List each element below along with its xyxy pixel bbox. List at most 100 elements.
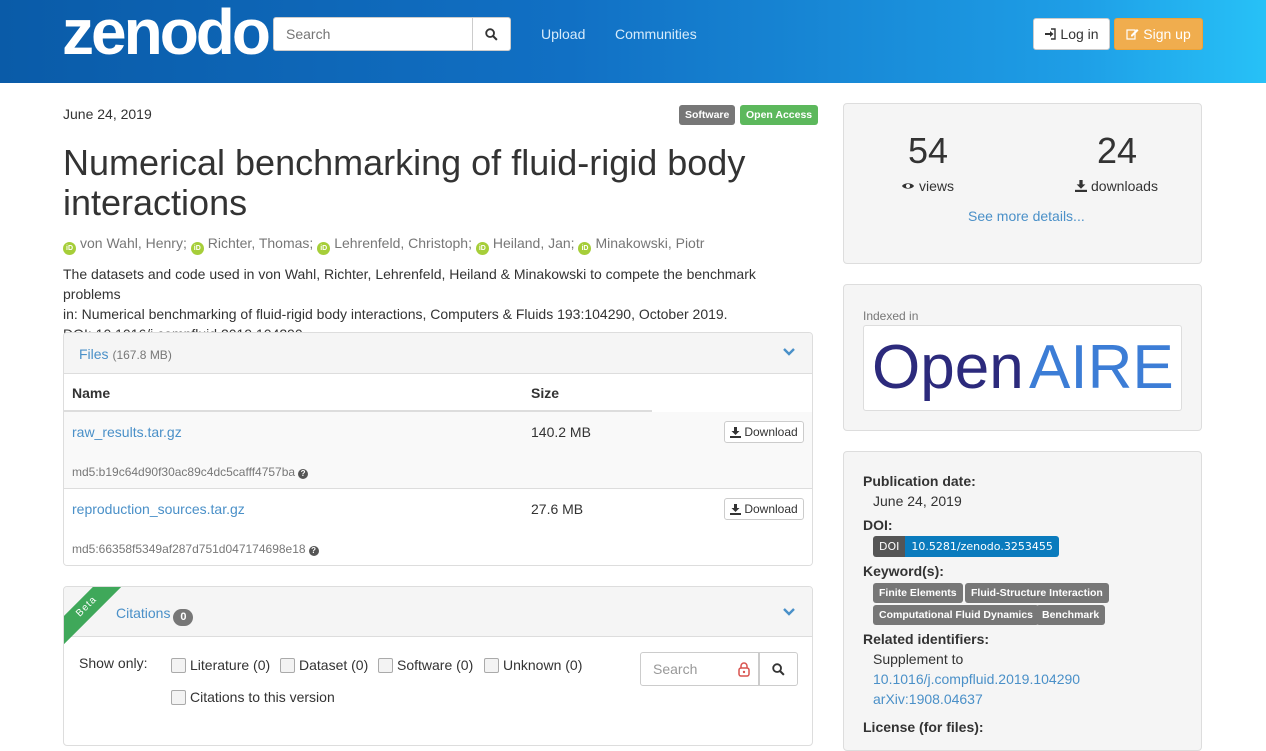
openaire-logo-open: Open <box>872 333 1024 402</box>
related-doi-link[interactable]: 10.1016/j.compfluid.2019.104290 <box>873 671 1080 687</box>
citations-panel: Beta Citations 0 Show only: Literature (0… <box>63 586 813 746</box>
openaire-logo[interactable]: Open AIRE <box>863 325 1182 411</box>
views-label: views <box>901 178 954 194</box>
search-button[interactable] <box>473 17 511 51</box>
download-icon <box>730 426 742 438</box>
filter-dataset-checkbox[interactable]: Dataset (0) <box>280 657 368 673</box>
table-row: raw_results.tar.gz 140.2 MB md5:b19c64d9… <box>64 412 812 489</box>
pub-date-value: June 24, 2019 <box>873 493 962 509</box>
filter-unknown-checkbox[interactable]: Unknown (0) <box>484 657 582 673</box>
lock-icon <box>738 662 750 677</box>
keyword-badge[interactable]: Computational Fluid Dynamics <box>873 605 1040 625</box>
supplement-to-label: Supplement to <box>873 651 964 667</box>
downloads-label: downloads <box>1075 178 1158 194</box>
checkbox[interactable] <box>280 657 295 673</box>
file-size: 140.2 MB <box>531 424 591 440</box>
nav-communities-link[interactable]: Communities <box>615 26 697 42</box>
downloads-count: 24 <box>1097 130 1138 171</box>
citations-this-version-checkbox[interactable]: Citations to this version <box>171 689 335 705</box>
orcid-icon[interactable]: iD <box>475 242 489 255</box>
publication-date: June 24, 2019 <box>63 106 152 122</box>
nav-search <box>273 17 511 51</box>
files-total-size: (167.8 MB) <box>112 348 172 362</box>
orcid-icon[interactable]: iD <box>63 242 76 255</box>
file-link[interactable]: raw_results.tar.gz <box>72 424 182 440</box>
search-input[interactable] <box>273 17 473 51</box>
help-icon[interactable]: ? <box>308 546 319 556</box>
citations-search-input[interactable]: Search <box>640 652 759 686</box>
signup-label: Sign up <box>1143 26 1191 42</box>
filter-software-checkbox[interactable]: Software (0) <box>378 657 473 673</box>
description-line: The datasets and code used in von Wahl, … <box>63 266 756 302</box>
citations-panel-header[interactable]: Beta Citations 0 <box>64 587 812 646</box>
download-icon <box>730 503 742 515</box>
navbar: zenodo Upload Communities Log in Sign up <box>0 0 1266 83</box>
orcid-icon[interactable]: iD <box>578 242 592 255</box>
keyword-badge[interactable]: Finite Elements <box>873 583 963 603</box>
metadata-panel: Publication date: June 24, 2019 DOI: DOI… <box>843 451 1202 751</box>
license-label: License (for files): <box>863 719 984 735</box>
zenodo-logo[interactable]: zenodo <box>62 0 271 64</box>
search-icon <box>485 27 498 41</box>
indexed-in-label: Indexed in <box>863 309 919 323</box>
filter-literature-checkbox[interactable]: Literature (0) <box>171 657 270 673</box>
citations-heading[interactable]: Citations <box>116 605 170 621</box>
keywords-label: Keyword(s): <box>863 563 944 579</box>
login-button[interactable]: Log in <box>1033 18 1110 50</box>
author[interactable]: Minakowski, Piotr <box>595 235 704 251</box>
citations-count-badge: 0 <box>173 609 194 626</box>
related-identifiers-label: Related identifiers: <box>863 631 990 647</box>
files-panel: Files (167.8 MB) Name Size raw_results.t… <box>63 332 813 566</box>
author[interactable]: von Wahl, Henry; <box>80 235 187 251</box>
download-button[interactable]: Download <box>724 421 804 443</box>
search-icon <box>772 662 785 676</box>
author[interactable]: Richter, Thomas; <box>208 235 314 251</box>
signup-button[interactable]: Sign up <box>1114 18 1203 50</box>
checkbox[interactable] <box>378 657 393 673</box>
eye-icon <box>902 183 914 189</box>
author[interactable]: Lehrenfeld, Christoph; <box>334 235 472 251</box>
checkbox[interactable] <box>171 689 186 705</box>
openaire-logo-image: Open AIRE <box>872 333 1174 402</box>
checkbox[interactable] <box>484 657 499 673</box>
files-panel-header[interactable]: Files (167.8 MB) <box>64 333 812 374</box>
show-only-label: Show only: <box>79 655 148 671</box>
keyword-badge[interactable]: Benchmark <box>1036 605 1106 625</box>
login-label: Log in <box>1060 26 1099 42</box>
col-size-header: Size <box>531 385 560 401</box>
download-button[interactable]: Download <box>724 498 804 520</box>
table-row: reproduction_sources.tar.gz 27.6 MB md5:… <box>64 489 812 565</box>
file-size: 27.6 MB <box>531 501 584 517</box>
citations-search-button[interactable] <box>759 652 798 686</box>
stats-panel: 54 views 24 downloads See more details..… <box>843 103 1202 264</box>
doi-label: DOI: <box>863 517 893 533</box>
orcid-icon[interactable]: iD <box>317 242 331 255</box>
files-heading[interactable]: Files <box>79 346 109 362</box>
open-access-badge: Open Access <box>740 105 819 125</box>
file-link[interactable]: reproduction_sources.tar.gz <box>72 501 245 517</box>
related-arxiv-link[interactable]: arXiv:1908.04637 <box>873 691 983 707</box>
download-icon <box>1075 180 1087 192</box>
doi-badge[interactable]: DOI 10.5281/zenodo.3253455 <box>873 536 1059 557</box>
author[interactable]: Heiland, Jan; <box>493 235 575 251</box>
see-more-details-link[interactable]: See more details... <box>968 208 1085 224</box>
help-icon[interactable]: ? <box>298 469 309 479</box>
description-line: in: Numerical benchmarking of fluid-rigi… <box>63 306 728 322</box>
nav-upload-link[interactable]: Upload <box>541 26 585 42</box>
chevron-down-icon[interactable] <box>782 347 796 357</box>
file-md5: md5:66358f5349af287d751d047174698e18? <box>72 542 319 556</box>
orcid-icon[interactable]: iD <box>190 242 204 255</box>
edit-icon <box>1126 29 1139 40</box>
pub-date-label: Publication date: <box>863 473 976 489</box>
openaire-logo-aire: AIRE <box>1029 333 1174 402</box>
sign-in-icon <box>1045 28 1057 40</box>
checkbox[interactable] <box>171 657 186 673</box>
chevron-down-icon[interactable] <box>782 607 796 617</box>
download-label: Download <box>744 502 798 516</box>
record-title: Numerical benchmarking of fluid-rigid bo… <box>63 142 746 223</box>
keyword-badge[interactable]: Fluid-Structure Interaction <box>965 583 1109 603</box>
col-name-header: Name <box>72 385 111 401</box>
views-count: 54 <box>908 130 949 171</box>
author-list: iD von Wahl, Henry; iD Richter, Thomas; iD… <box>63 235 704 255</box>
doi-badge-left: DOI <box>873 536 906 557</box>
